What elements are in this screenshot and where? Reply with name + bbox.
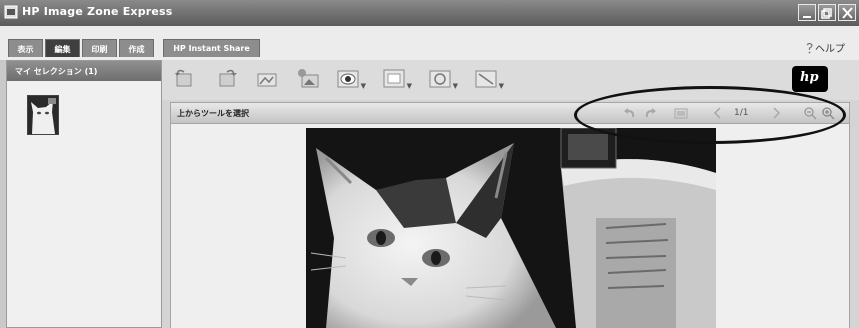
cat-photo-image [306, 128, 716, 328]
tab-edit[interactable]: 編集 [45, 39, 80, 57]
close-button[interactable] [838, 4, 856, 21]
help-icon [806, 42, 813, 54]
crop-icon [257, 73, 277, 87]
window-title: HP Image Zone Express [22, 5, 173, 18]
crop-button[interactable] [256, 66, 280, 90]
tab-view-label: 表示 [17, 45, 34, 54]
redeye-button[interactable]: ▼ [336, 66, 366, 90]
frame-dropdown-icon: ▼ [406, 82, 412, 90]
tab-instant-share-label: HP Instant Share [173, 44, 250, 53]
tab-instant-share[interactable]: HP Instant Share [163, 39, 260, 57]
cat-thumbnail-image [28, 96, 58, 134]
rotate-right-button[interactable] [214, 66, 238, 90]
highlight-ellipse [574, 86, 846, 144]
text-button[interactable]: ▼ [474, 66, 504, 90]
frame-icon [383, 69, 405, 88]
tab-edit-label: 編集 [54, 45, 71, 54]
my-selection-header: マイ セレクション (1) [7, 61, 161, 81]
minimize-button[interactable] [798, 4, 816, 21]
redeye-icon [337, 70, 359, 88]
text-dropdown-icon: ▼ [498, 82, 504, 90]
tab-row: 表示 編集 印刷 作成 HP Instant Share ヘルプ [0, 26, 859, 60]
frame-button[interactable]: ▼ [382, 66, 412, 90]
app-icon [4, 5, 18, 19]
photo-thumbnail[interactable] [27, 95, 59, 135]
effect-icon [429, 70, 451, 88]
help-label: ヘルプ [815, 44, 845, 55]
tab-create[interactable]: 作成 [119, 39, 154, 57]
hp-logo: hp [792, 66, 828, 92]
title-bar: HP Image Zone Express [0, 0, 859, 26]
minimize-icon [803, 16, 811, 18]
tab-create-label: 作成 [128, 45, 145, 54]
cat-photo[interactable] [306, 128, 716, 328]
hp-logo-text: hp [800, 70, 819, 85]
maximize-icon [821, 8, 832, 19]
enhance-button[interactable] [296, 66, 320, 90]
enhance-icon [298, 69, 319, 88]
help-link[interactable]: ヘルプ [805, 40, 845, 55]
my-selection-panel: マイ セレクション (1) [6, 60, 162, 328]
tab-view[interactable]: 表示 [8, 39, 43, 57]
image-canvas [170, 124, 850, 328]
rotate-left-button[interactable] [174, 66, 198, 90]
maximize-button[interactable] [818, 4, 836, 21]
tab-print[interactable]: 印刷 [82, 39, 117, 57]
effect-button[interactable]: ▼ [428, 66, 458, 90]
tab-print-label: 印刷 [91, 45, 108, 54]
editor-instruction: 上からツールを選択 [177, 109, 249, 118]
rotate-right-icon [219, 69, 237, 87]
text-icon [475, 70, 497, 88]
redeye-dropdown-icon: ▼ [360, 82, 366, 90]
rotate-left-icon [175, 69, 192, 87]
close-icon [842, 7, 853, 19]
effect-dropdown-icon: ▼ [452, 82, 458, 90]
